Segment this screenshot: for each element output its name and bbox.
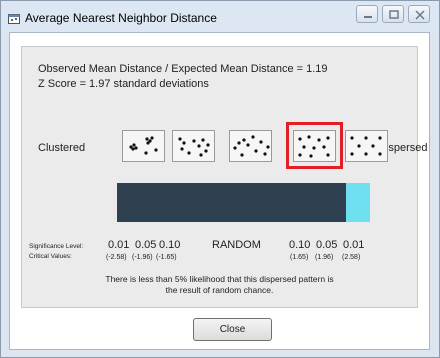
dialog-window: Average Nearest Neighbor Distance Observ… [0,0,440,358]
maximize-button[interactable] [382,5,404,23]
close-window-button[interactable] [408,5,430,23]
critical-left-005: (-1.96) [132,254,153,261]
results-panel: Observed Mean Distance / Expected Mean D… [21,46,428,308]
level-left-010: 0.10 [159,239,181,251]
critical-left-001: (-2.58) [106,254,127,261]
critical-left-010: (-1.65) [156,254,177,261]
significance-bar [117,183,370,222]
pattern-thumbnail-random [229,130,272,162]
pattern-thumbnail-clustered [122,130,165,162]
significance-level-label: Significance Level: [29,243,84,250]
critical-right-001: (2.58) [342,254,361,261]
close-button[interactable]: Close [193,318,272,341]
dialog-content: Observed Mean Distance / Expected Mean D… [9,32,430,350]
distance-ratio-text: Observed Mean Distance / Expected Mean D… [38,63,328,75]
critical-right-010: (1.65) [290,254,309,261]
window-title: Average Nearest Neighbor Distance [25,11,217,25]
close-icon [415,10,425,20]
level-right-005: 0.05 [316,239,338,251]
level-right-001: 0.01 [343,239,365,251]
pattern-thumbnail-dispersed [345,130,388,162]
pattern-thumbnail-2 [172,130,215,162]
conclusion-line-2: the result of random chance. [165,285,274,295]
critical-values-label: Critical Values: [29,253,72,260]
selected-pattern-highlight [286,122,343,169]
conclusion-line-1: There is less than 5% likelihood that th… [105,274,334,284]
zscore-text: Z Score = 1.97 standard deviations [38,78,209,90]
maximize-icon [389,10,399,19]
level-left-001: 0.01 [108,239,130,251]
clustered-label: Clustered [38,142,86,154]
random-label: RANDOM [212,239,261,251]
critical-right-005: (1.96) [315,254,334,261]
level-right-010: 0.10 [289,239,311,251]
significance-bar-highlight-segment [346,183,370,222]
title-bar: Average Nearest Neighbor Distance [1,1,439,31]
level-left-005: 0.05 [135,239,157,251]
minimize-icon [364,16,372,18]
minimize-button[interactable] [356,5,378,23]
app-icon [8,11,20,24]
